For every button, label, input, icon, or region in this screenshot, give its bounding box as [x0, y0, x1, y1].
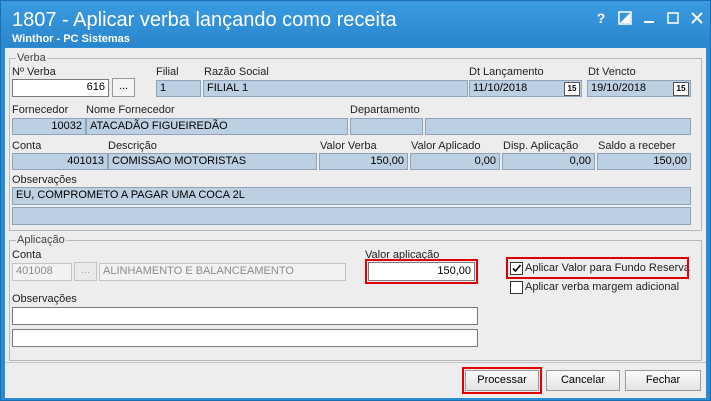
valor-aplicado-field: 0,00 — [410, 153, 500, 170]
dt-lancamento-calendar-icon[interactable]: 15 — [564, 82, 580, 96]
maximize-icon[interactable] — [663, 8, 683, 28]
nome-fornecedor-field: ATACADÃO FIGUEIREDÃO — [86, 118, 348, 135]
conta-field: 401013 — [12, 153, 108, 170]
dialog-body: Verba Nº Verba 616 ... Filial 1 Razão So… — [5, 48, 706, 398]
valor-aplicacao-highlight — [365, 259, 478, 284]
processar-highlight — [462, 367, 542, 394]
razao-social-field: FILIAL 1 — [203, 80, 468, 97]
aplicacao-group-label: Aplicação — [16, 234, 66, 246]
descricao-field: COMISSAO MOTORISTAS — [108, 153, 317, 170]
minimize-icon[interactable] — [639, 8, 659, 28]
margem-adicional-label[interactable]: Aplicar verba margem adicional — [525, 281, 679, 293]
razao-social-label: Razão Social — [204, 66, 269, 78]
aplicacao-conta-label: Conta — [12, 249, 42, 261]
descricao-label: Descrição — [108, 140, 157, 152]
aplicacao-obs-line2[interactable] — [12, 329, 478, 347]
departamento-label: Departamento — [350, 104, 420, 116]
cancelar-button[interactable]: Cancelar — [546, 370, 620, 391]
options-icon[interactable] — [615, 8, 635, 28]
valor-verba-label: Valor Verba — [320, 140, 377, 152]
close-icon[interactable] — [687, 8, 707, 28]
window-subtitle: Winthor - PC Sistemas — [12, 33, 130, 45]
filial-field: 1 — [156, 80, 201, 97]
app-window: 1807 - Aplicar verba lançando como recei… — [0, 0, 711, 401]
fechar-button-label: Fechar — [645, 374, 681, 386]
aplicacao-conta-field: 401008 — [12, 263, 72, 281]
departamento-code-field — [350, 118, 423, 135]
margem-adicional-checkbox[interactable] — [510, 281, 523, 294]
nverba-label: Nº Verba — [12, 66, 56, 78]
nome-fornecedor-label: Nome Fornecedor — [86, 104, 175, 116]
disp-aplicacao-label: Disp. Aplicação — [503, 140, 579, 152]
verba-obs-line2 — [12, 207, 691, 225]
dt-vencto-calendar-icon[interactable]: 15 — [673, 82, 689, 96]
saldo-receber-label: Saldo a receber — [598, 140, 676, 152]
fornecedor-field: 10032 — [12, 118, 86, 135]
fornecedor-label: Fornecedor — [12, 104, 69, 116]
fundo-reserva-highlight — [506, 257, 689, 279]
aplicacao-conta-search-button: ... — [74, 262, 97, 281]
aplicacao-conta-desc-field: ALINHAMENTO E BALANCEAMENTO — [99, 263, 346, 281]
aplicacao-obs-label: Observações — [12, 293, 77, 305]
window-title: 1807 - Aplicar verba lançando como recei… — [12, 9, 397, 31]
nverba-search-button[interactable]: ... — [112, 78, 135, 97]
nverba-input[interactable]: 616 — [12, 79, 109, 97]
disp-aplicacao-field: 0,00 — [502, 153, 595, 170]
aplicacao-obs-line1[interactable] — [12, 307, 478, 325]
dt-lancamento-label: Dt Lançamento — [469, 66, 544, 78]
verba-obs-label: Observações — [12, 174, 77, 186]
fechar-button[interactable]: Fechar — [625, 370, 701, 391]
help-icon[interactable]: ? — [591, 8, 611, 28]
valor-aplicado-label: Valor Aplicado — [411, 140, 481, 152]
verba-obs-line1: EU, COMPROMETO A PAGAR UMA COCA 2L — [12, 187, 691, 205]
title-bar: 1807 - Aplicar verba lançando como recei… — [1, 1, 710, 47]
cancelar-button-label: Cancelar — [560, 374, 606, 386]
verba-group-label: Verba — [16, 52, 47, 64]
filial-label: Filial — [156, 66, 179, 78]
conta-label: Conta — [12, 140, 42, 152]
valor-verba-field: 150,00 — [319, 153, 408, 170]
dt-vencto-label: Dt Vencto — [588, 66, 636, 78]
saldo-receber-field: 150,00 — [597, 153, 691, 170]
departamento-name-field — [425, 118, 691, 135]
